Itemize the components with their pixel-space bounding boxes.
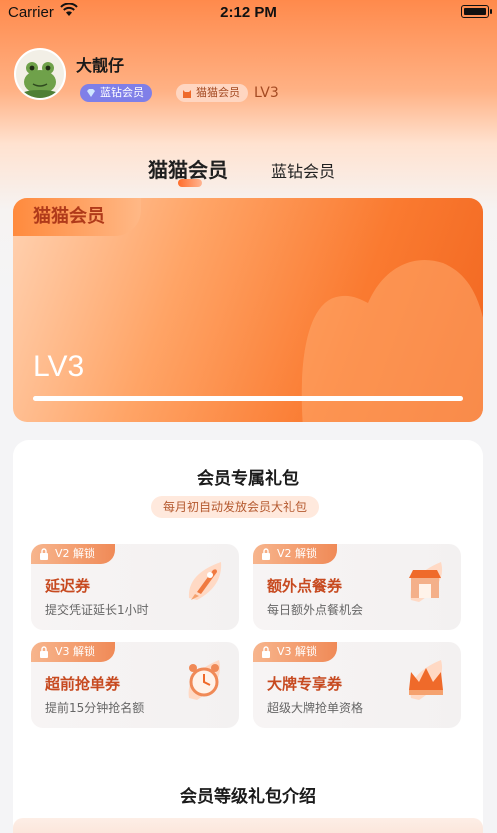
coupon-title: 超前抢单券 <box>45 675 121 693</box>
diamond-icon <box>87 89 95 97</box>
level-progress-track <box>33 396 463 401</box>
gift-panel: 会员专属礼包 每月初自动发放会员大礼包 V2 解锁 延迟券 提交凭证延长1小时 … <box>13 440 483 833</box>
avatar[interactable] <box>14 48 66 100</box>
coupon-card[interactable]: V3 解锁 大牌专享券 超级大牌抢单资格 <box>253 642 461 728</box>
coupon-title: 额外点餐券 <box>267 577 343 595</box>
frog-avatar-icon <box>16 50 64 98</box>
card-tag: 猫猫会员 <box>13 198 141 236</box>
lock-icon <box>262 646 270 658</box>
diamond-member-badge: 蓝钻会员 <box>80 84 152 102</box>
coupon-desc: 提交凭证延长1小时 <box>45 603 149 617</box>
cat-silhouette-decoration <box>301 259 483 422</box>
coupon-desc: 超级大牌抢单资格 <box>267 701 364 715</box>
diamond-badge-label: 蓝钻会员 <box>100 86 144 99</box>
level-card: 猫猫会员 LV3 <box>13 198 483 422</box>
cat-badge-label: 猫猫会员 <box>196 86 240 99</box>
coupon-lock-label: V3 解锁 <box>55 645 96 658</box>
gift-subtitle: 每月初自动发放会员大礼包 <box>151 496 320 518</box>
coupon-lock-tag: V3 解锁 <box>253 642 337 662</box>
coupon-desc: 每日额外点餐机会 <box>267 603 364 617</box>
coupon-lock-label: V2 解锁 <box>55 547 96 560</box>
coupon-desc: 提前15分钟抢名额 <box>45 701 145 715</box>
lock-icon <box>40 646 48 658</box>
cat-icon <box>183 90 191 98</box>
username: 大靓仔 <box>76 56 125 75</box>
gift-title: 会员专属礼包 <box>197 469 299 489</box>
crown-icon <box>409 660 443 700</box>
coupon-card[interactable]: V3 解锁 超前抢单券 提前15分钟抢名额 <box>31 642 239 728</box>
coupon-lock-tag: V2 解锁 <box>253 544 337 564</box>
status-bar: Carrier 2:12 PM <box>0 0 497 26</box>
tab-diamond-member[interactable]: 蓝钻会员 <box>271 158 335 182</box>
card-level-label: LV3 <box>33 350 85 383</box>
status-time: 2:12 PM <box>220 4 277 21</box>
tab-active-indicator <box>178 179 202 187</box>
alarm-clock-icon <box>188 660 221 700</box>
level-intro-strip <box>13 818 483 833</box>
coupon-card[interactable]: V2 解锁 延迟券 提交凭证延长1小时 <box>31 544 239 630</box>
coupon-lock-tag: V2 解锁 <box>31 544 115 564</box>
store-icon <box>409 562 443 602</box>
coupon-lock-tag: V3 解锁 <box>31 642 115 662</box>
level-intro-title: 会员等级礼包介绍 <box>180 787 316 807</box>
coupon-card[interactable]: V2 解锁 额外点餐券 每日额外点餐机会 <box>253 544 461 630</box>
coupon-lock-label: V2 解锁 <box>277 547 318 560</box>
level-progress-fill <box>33 396 463 401</box>
rocket-icon <box>188 562 222 600</box>
member-tabs: 猫猫会员 蓝钻会员 <box>0 150 497 190</box>
profile-header: 大靓仔 蓝钻会员 猫猫会员 LV3 <box>14 48 484 104</box>
lock-icon <box>262 548 270 560</box>
member-level: LV3 <box>254 85 279 101</box>
battery-icon <box>461 5 492 18</box>
lock-icon <box>40 548 48 560</box>
cat-member-badge: 猫猫会员 <box>176 84 248 102</box>
coupon-lock-label: V3 解锁 <box>277 645 318 658</box>
coupon-title: 大牌专享券 <box>267 675 343 693</box>
coupon-title: 延迟券 <box>45 577 91 595</box>
